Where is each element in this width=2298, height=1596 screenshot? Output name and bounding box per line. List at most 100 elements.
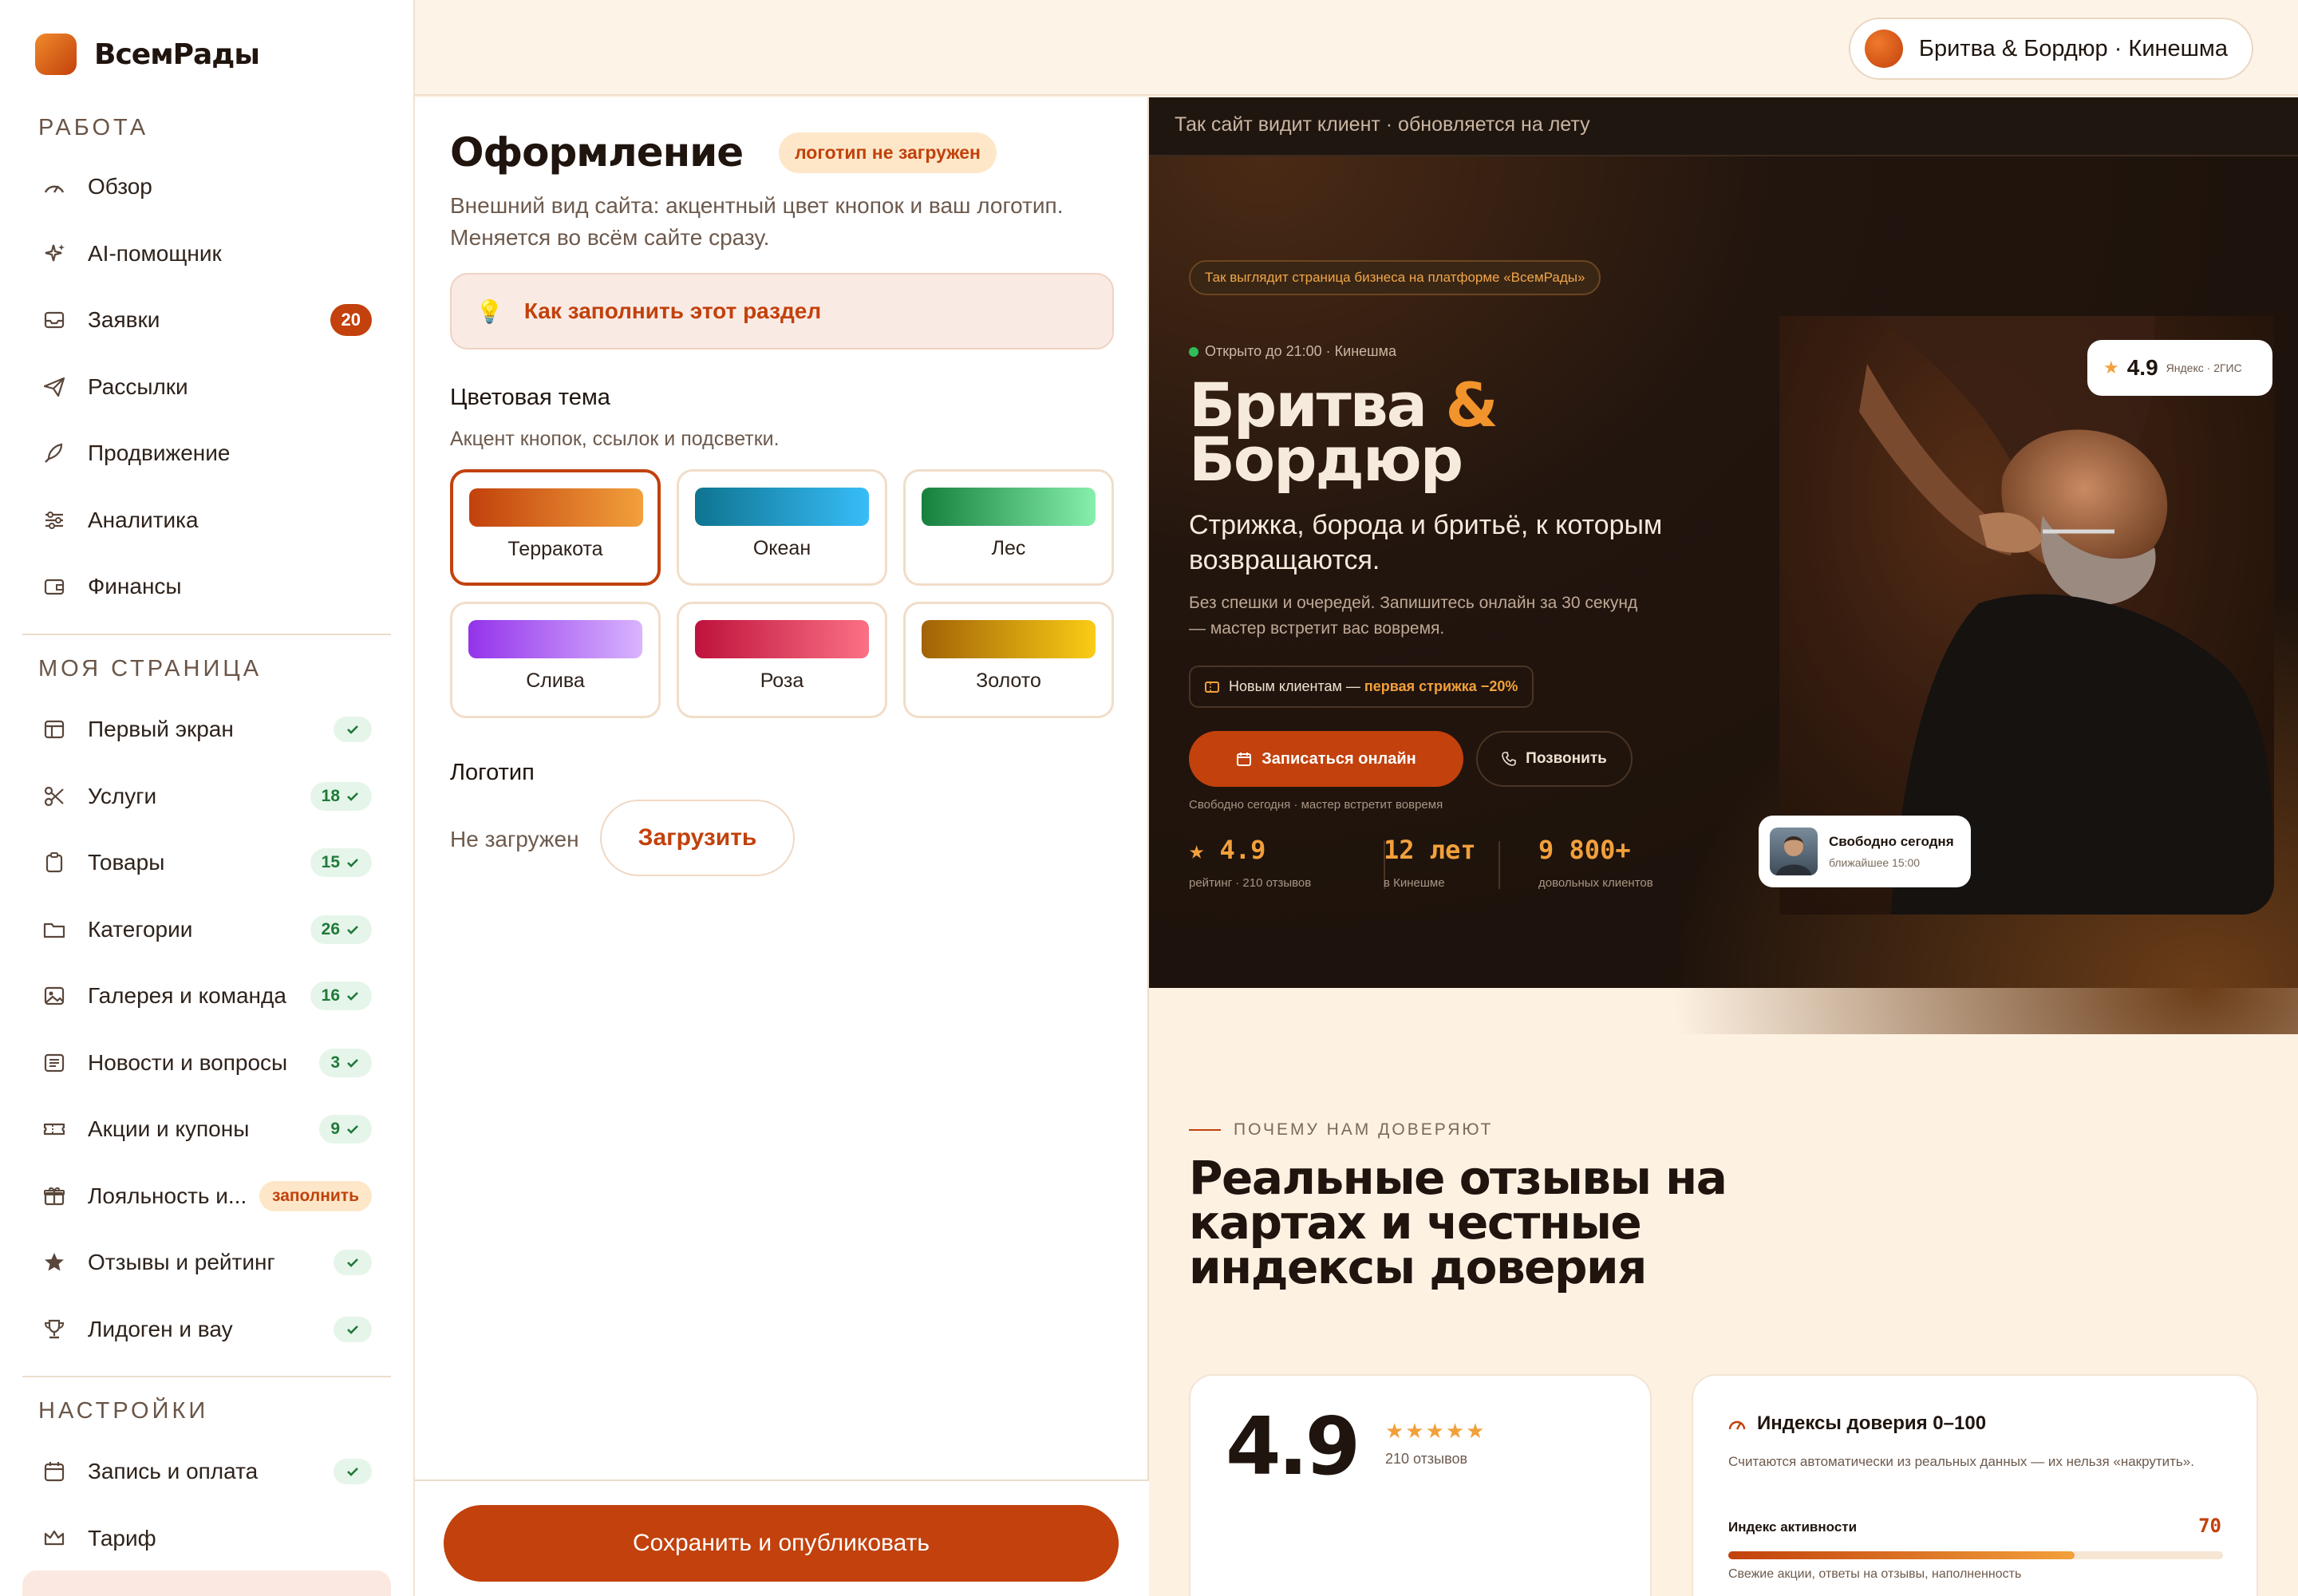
- brand-name: ВсемРады: [94, 38, 260, 71]
- section-title-page: МОЯ СТРАНИЦА: [38, 656, 263, 681]
- wallet-icon: [41, 574, 67, 599]
- done-badge: [334, 717, 372, 742]
- check-icon: [347, 992, 358, 1001]
- theme-color-bar: [922, 488, 1096, 526]
- upload-button[interactable]: Загрузить: [600, 800, 795, 876]
- metric-progress: [1728, 1551, 2223, 1559]
- done-badge: 18: [310, 781, 372, 811]
- trust-index-title: Индексы доверия 0–100: [1728, 1412, 1986, 1435]
- hero-title: Бритва & Бордюр: [1189, 369, 1498, 495]
- sidebar-item-1[interactable]: Запись и оплата: [22, 1443, 391, 1500]
- send-icon: [41, 374, 67, 400]
- sidebar-item-7[interactable]: Финансы: [22, 558, 391, 615]
- barber-avatar: [1770, 828, 1818, 875]
- sidebar-item-2[interactable]: AI-помощник: [22, 225, 391, 282]
- sidebar-item-partial[interactable]: [22, 1570, 391, 1596]
- free-chip-sub: ближайшее 15:00: [1829, 856, 1921, 869]
- done-badge: [334, 1250, 372, 1275]
- sidebar-item-label: Услуги: [88, 783, 157, 808]
- fill-badge: заполнить: [259, 1180, 372, 1211]
- theme-name: Роза: [760, 670, 804, 692]
- done-badge: [334, 1459, 372, 1484]
- hero-section: Так выглядит страница бизнеса на платфор…: [1149, 156, 2298, 1034]
- sidebar-item-label: Заявки: [88, 307, 160, 332]
- sidebar-item-label: Лидоген и вау: [88, 1316, 233, 1341]
- sidebar-item-label: Рассылки: [88, 373, 188, 399]
- stars-icon: ★★★★★: [1385, 1419, 1487, 1443]
- free-chip-title: Свободно сегодня: [1829, 834, 1954, 849]
- done-badge: 9: [319, 1115, 372, 1144]
- check-icon: [347, 925, 358, 934]
- preview-bar-text: Так сайт видит клиент · обновляется на л…: [1175, 113, 1590, 136]
- sidebar-item-10[interactable]: Лидоген и вау: [22, 1301, 391, 1358]
- rating-chip-value: 4.9: [2126, 355, 2158, 380]
- sidebar-item-6[interactable]: Новости и вопросы 3: [22, 1034, 391, 1092]
- theme-name: Терракота: [507, 538, 603, 560]
- done-badge: 3: [319, 1048, 372, 1077]
- theme-swatch-1[interactable]: Терракота: [450, 469, 661, 586]
- sidebar-item-label: Тариф: [88, 1525, 156, 1551]
- sidebar-item-label: Лояльность и...: [88, 1183, 247, 1208]
- section-title-work: РАБОТА: [38, 115, 149, 140]
- check-icon: [347, 1468, 358, 1476]
- sidebar-item-5[interactable]: Продвижение: [22, 425, 391, 482]
- news-icon: [41, 1050, 67, 1076]
- platform-tag: Так выглядит страница бизнеса на платфор…: [1189, 260, 1601, 295]
- sidebar-item-4[interactable]: Рассылки: [22, 358, 391, 416]
- sidebar-item-label: Товары: [88, 850, 165, 875]
- lightbulb-icon: 💡: [476, 298, 503, 324]
- sidebar-item-7[interactable]: Акции и купоны 9: [22, 1100, 391, 1158]
- sidebar-item-label: Финансы: [88, 574, 182, 598]
- theme-swatch-4[interactable]: Слива: [450, 602, 661, 718]
- divider: [22, 1376, 391, 1377]
- metric-note: Свежие акции, ответы на отзывы, наполнен…: [1728, 1567, 2022, 1581]
- theme-color-bar: [468, 620, 642, 658]
- sidebar-item-3[interactable]: Товары 15: [22, 834, 391, 891]
- star-icon: ★: [2103, 358, 2119, 377]
- sidebar-item-6[interactable]: Аналитика: [22, 492, 391, 549]
- theme-swatch-3[interactable]: Лес: [903, 469, 1114, 586]
- book-online-button[interactable]: Записаться онлайн: [1189, 731, 1463, 787]
- sidebar-item-1[interactable]: Первый экран: [22, 701, 391, 758]
- check-icon: [347, 792, 358, 801]
- trust-eyebrow: ПОЧЕМУ НАМ ДОВЕРЯЮТ: [1189, 1120, 1493, 1140]
- free-note: Свободно сегодня · мастер встретит вовре…: [1189, 798, 1443, 812]
- sidebar-item-label: Продвижение: [88, 440, 231, 465]
- business-name: Бритва & Бордюр · Кинешма: [1918, 35, 2228, 61]
- done-badge: [334, 1316, 372, 1342]
- sidebar-item-label: Новости и вопросы: [88, 1049, 288, 1075]
- save-publish-button[interactable]: Сохранить и опубликовать: [444, 1505, 1119, 1582]
- help-box[interactable]: 💡 Как заполнить этот раздел: [450, 273, 1114, 350]
- trophy-icon: [41, 1317, 67, 1342]
- calendar-icon: [1237, 753, 1252, 766]
- theme-swatch-6[interactable]: Золото: [903, 602, 1114, 718]
- sidebar-item-2[interactable]: Услуги 18: [22, 768, 391, 825]
- check-icon: [347, 1258, 358, 1267]
- call-button[interactable]: Позвонить: [1476, 731, 1633, 787]
- done-badge: 26: [310, 915, 372, 944]
- gauge-icon: [41, 174, 67, 200]
- theme-swatch-2[interactable]: Океан: [677, 469, 887, 586]
- divider: [22, 634, 391, 635]
- theme-label: Цветовая тема: [450, 385, 610, 410]
- open-status-text: Открыто до 21:00 · Кинешма: [1205, 343, 1396, 359]
- sidebar-item-3[interactable]: Заявки 20: [22, 291, 391, 349]
- brand-logo[interactable]: ВсемРады: [35, 34, 260, 75]
- sidebar-item-label: Отзывы и рейтинг: [88, 1250, 275, 1274]
- phone-icon: [1502, 752, 1516, 766]
- check-icon: [347, 725, 358, 734]
- calendar-icon: [41, 1459, 67, 1484]
- hero-description: Без спешки и очередей. Запишитесь онлайн…: [1189, 594, 1638, 638]
- theme-name: Золото: [976, 670, 1041, 692]
- sidebar-item-4[interactable]: Категории 26: [22, 901, 391, 958]
- trust-index-desc: Считаются автоматически из реальных данн…: [1728, 1454, 2194, 1469]
- sidebar-item-5[interactable]: Галерея и команда 16: [22, 967, 391, 1025]
- sidebar-item-1[interactable]: Обзор: [22, 158, 391, 215]
- trust-title: Реальные отзывы на картах и честные инде…: [1189, 1151, 1727, 1294]
- sidebar-item-2[interactable]: Тариф: [22, 1510, 391, 1567]
- stat-years: 12 лет в Кинешме: [1384, 835, 1476, 890]
- sidebar-item-8[interactable]: Лояльность и... заполнить: [22, 1167, 391, 1225]
- business-switcher[interactable]: Бритва & Бордюр · Кинешма: [1848, 18, 2253, 80]
- theme-swatch-5[interactable]: Роза: [677, 602, 887, 718]
- sidebar-item-9[interactable]: Отзывы и рейтинг: [22, 1234, 391, 1291]
